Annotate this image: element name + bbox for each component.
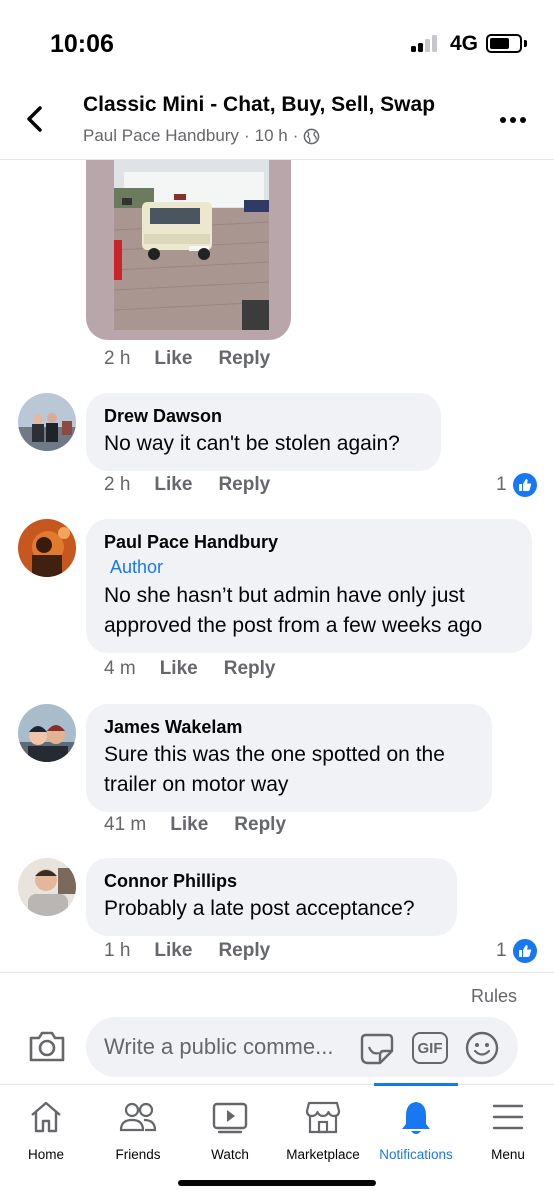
battery-cap (524, 40, 527, 47)
tab-label: Menu (491, 1147, 525, 1162)
comment-bubble: Drew Dawson No way it can't be stolen ag… (86, 393, 441, 471)
commenter-name[interactable]: James Wakelam (104, 716, 474, 738)
like-button[interactable]: Like (170, 814, 208, 836)
emoji-icon[interactable] (464, 1030, 500, 1066)
comment-text: Probably a late post acceptance? (104, 897, 415, 920)
friends-icon (119, 1102, 157, 1132)
reaction-number: 1 (496, 474, 507, 495)
comment-actions: 41 m Like Reply (104, 814, 286, 836)
comment-actions: 4 m Like Reply (104, 658, 275, 680)
post-meta: Paul Pace Handbury · 10 h · (83, 126, 320, 146)
comment-text: Sure this was the one spotted on the tra… (104, 743, 445, 796)
status-time: 10:06 (50, 30, 114, 58)
reply-button[interactable]: Reply (224, 658, 276, 680)
comment-bubble: James Wakelam Sure this was the one spot… (86, 704, 492, 812)
tab-notifications[interactable]: Notifications (370, 1085, 462, 1165)
bell-icon (402, 1102, 430, 1134)
reaction-count[interactable]: 1 (496, 473, 537, 497)
comment-actions: 2 h Like Reply (104, 348, 270, 370)
reaction-number: 1 (496, 940, 507, 961)
tab-marketplace[interactable]: Marketplace (277, 1085, 369, 1165)
gif-button[interactable]: GIF (412, 1032, 448, 1064)
comment-time: 41 m (104, 814, 147, 835)
tab-label: Marketplace (286, 1147, 360, 1162)
more-dot (520, 117, 526, 123)
chevron-left-icon (27, 106, 42, 132)
more-options-button[interactable] (500, 110, 536, 130)
comment-text: No way it can't be stolen again? (104, 432, 400, 455)
meta-separator: · (292, 126, 299, 145)
network-type: 4G (450, 32, 479, 55)
comment-composer: Rules Write a public comme... GIF (0, 972, 554, 1084)
camera-icon (29, 1031, 65, 1062)
tab-label: Watch (211, 1147, 249, 1162)
post-header: Classic Mini - Chat, Buy, Sell, Swap Pau… (0, 80, 554, 160)
avatar[interactable] (18, 858, 76, 916)
commenter-name[interactable]: Paul Pace Handbury (104, 531, 514, 553)
camera-button[interactable] (28, 1029, 66, 1063)
comment-time: 2 h (104, 474, 131, 495)
post-author[interactable]: Paul Pace Handbury (83, 126, 239, 146)
tab-friends[interactable]: Friends (92, 1085, 184, 1165)
marketplace-icon (305, 1101, 341, 1134)
signal-icon (411, 34, 445, 52)
tab-label: Home (27, 1147, 64, 1162)
comment-text: No she hasn’t but admin have only just a… (104, 584, 483, 637)
like-button[interactable]: Like (154, 348, 192, 370)
watch-icon (212, 1102, 248, 1134)
reply-button[interactable]: Reply (218, 940, 270, 962)
reply-button[interactable]: Reply (218, 474, 270, 496)
status-bar: 10:06 4G (0, 0, 554, 80)
menu-icon (492, 1104, 524, 1130)
home-indicator (178, 1180, 376, 1186)
more-dot (510, 117, 516, 123)
reaction-count[interactable]: 1 (496, 939, 537, 963)
comment-placeholder: Write a public comme... (104, 1034, 334, 1059)
comment-bubble: Paul Pace Handbury Author No she hasn’t … (86, 519, 532, 653)
more-dot (500, 117, 506, 123)
like-button[interactable]: Like (154, 474, 192, 496)
meta-separator: · (243, 126, 250, 145)
avatar[interactable] (18, 393, 76, 451)
comment-actions: 2 h Like Reply (104, 474, 270, 496)
rules-link[interactable]: Rules (471, 986, 517, 1007)
avatar[interactable] (18, 704, 76, 762)
tab-watch[interactable]: Watch (184, 1085, 276, 1165)
comment-photo[interactable] (86, 160, 291, 340)
like-button[interactable]: Like (154, 940, 192, 962)
tab-home[interactable]: Home (0, 1085, 92, 1165)
comment-time: 4 m (104, 658, 136, 679)
comment-actions: 1 h Like Reply (104, 940, 270, 962)
comment-time: 2 h (104, 348, 131, 369)
comment-input[interactable]: Write a public comme... GIF (86, 1017, 518, 1077)
reply-button[interactable]: Reply (234, 814, 286, 836)
group-title[interactable]: Classic Mini - Chat, Buy, Sell, Swap (83, 93, 435, 117)
commenter-name[interactable]: Connor Phillips (104, 870, 439, 892)
commenter-name[interactable]: Drew Dawson (104, 405, 423, 427)
tab-label: Notifications (379, 1147, 453, 1162)
globe-icon (304, 128, 320, 144)
back-button[interactable] (18, 102, 52, 136)
tab-menu[interactable]: Menu (462, 1085, 554, 1165)
sticker-icon[interactable] (358, 1029, 396, 1067)
author-badge: Author (110, 557, 164, 577)
thumbs-up-icon (512, 939, 537, 963)
tab-label: Friends (115, 1147, 161, 1162)
car-photo (114, 160, 269, 330)
thumbs-up-icon (512, 473, 537, 497)
comments-feed[interactable]: 2 h Like Reply Drew Dawson No way it can… (0, 160, 554, 972)
comment-time: 1 h (104, 940, 131, 961)
battery-icon (486, 34, 522, 53)
comment-bubble: Connor Phillips Probably a late post acc… (86, 858, 457, 936)
avatar[interactable] (18, 519, 76, 577)
home-icon (31, 1101, 61, 1133)
post-time: 10 h (254, 126, 288, 145)
reply-button[interactable]: Reply (218, 348, 270, 370)
like-button[interactable]: Like (160, 658, 198, 680)
